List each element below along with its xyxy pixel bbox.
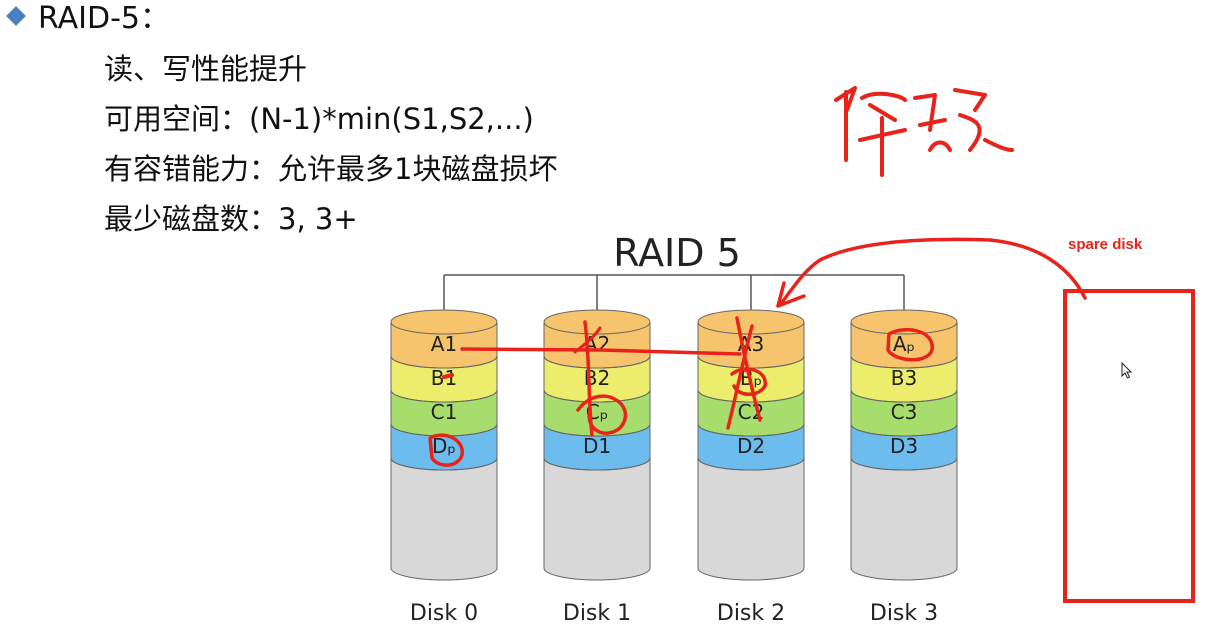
disk-2: A3BₚC2D2Disk 2 [697, 309, 805, 626]
block-label: D2 [737, 434, 765, 458]
block-label: B3 [891, 366, 917, 390]
disk-empty-space [697, 457, 805, 581]
ink-arrow-curve [778, 237, 1087, 307]
connector-bus [443, 274, 905, 310]
block-label: D1 [583, 434, 611, 458]
ink-handwriting [834, 86, 857, 162]
spare-disk-box [1063, 289, 1195, 603]
mouse-cursor-icon [1121, 362, 1133, 379]
disk-label: Disk 3 [870, 601, 938, 626]
disk-label: Disk 1 [563, 601, 631, 626]
block-label: C1 [431, 400, 458, 424]
disk-0: A1B1C1DₚDisk 0 [390, 309, 498, 626]
disk-top [390, 309, 498, 335]
spare-disk-label: spare disk [1068, 236, 1143, 253]
disk-1: A2B2CₚD1Disk 1 [543, 309, 651, 626]
ink-tick [442, 373, 454, 379]
disk-empty-space [390, 457, 498, 581]
disk-array: A1B1C1DₚDisk 0A2B2CₚD1Disk 1A3BₚC2D2Disk… [390, 309, 958, 626]
ink-handwriting [953, 88, 1014, 152]
ink-handwriting [913, 93, 952, 152]
diagram-title: RAID 5 [613, 231, 741, 275]
block-label: C3 [891, 400, 918, 424]
handwritten-annotations [428, 86, 1087, 467]
disk-empty-space [543, 457, 651, 581]
slide: RAID-5： 读、写性能提升 可用空间：(N-1)*min(S1,S2,...… [0, 0, 1224, 628]
block-label: D3 [890, 434, 918, 458]
disk-label: Disk 2 [717, 601, 785, 626]
ink-handwriting [858, 91, 907, 177]
disk-empty-space [850, 457, 958, 581]
block-label: A1 [431, 332, 457, 356]
raid5-diagram: RAID 5 A1B1C1DₚDisk 0A2B2CₚD1Disk 1A3BₚC… [390, 86, 1087, 626]
disk-label: Disk 0 [410, 601, 478, 626]
block-label: Aₚ [893, 332, 915, 356]
